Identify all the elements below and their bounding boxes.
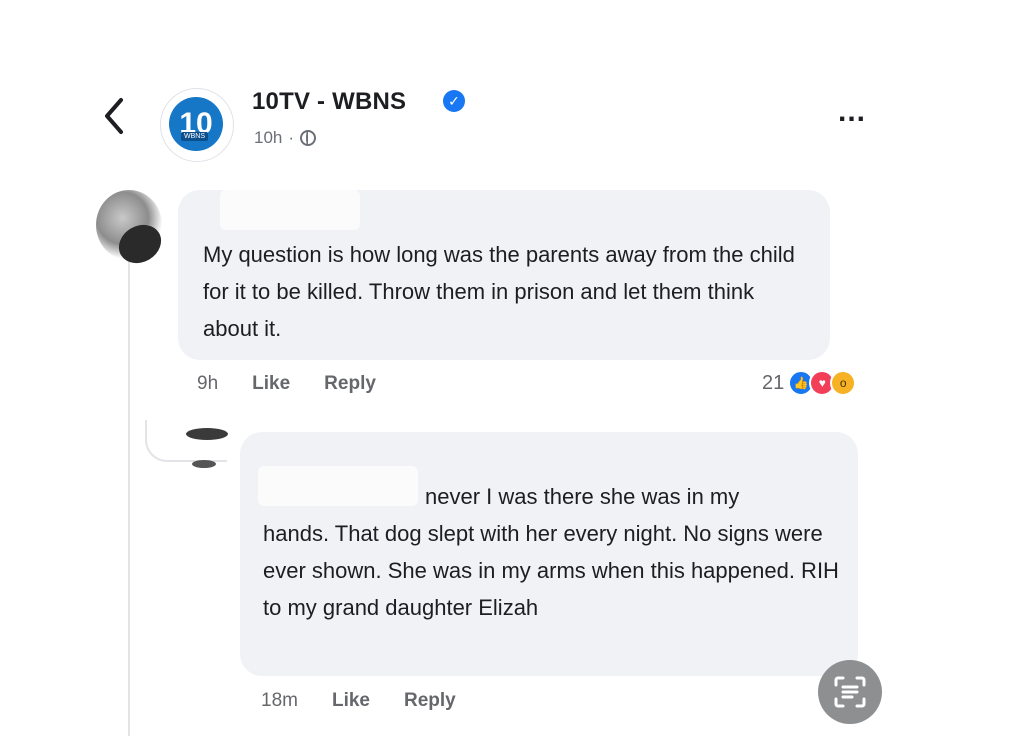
reply-reply-button[interactable]: Reply bbox=[404, 690, 456, 712]
meta-separator: · bbox=[288, 128, 295, 147]
post-meta: 10h · bbox=[254, 128, 317, 148]
reply-branch-line bbox=[145, 420, 227, 462]
reply-commenter-avatar-shade bbox=[192, 460, 216, 468]
reaction-count: 21 bbox=[762, 371, 785, 394]
page-avatar-logo: 10 bbox=[169, 97, 223, 151]
post-time[interactable]: 10h bbox=[254, 128, 282, 148]
comment-actions: 9h Like Reply bbox=[197, 373, 376, 395]
reply-text: hands. That dog slept with her every nig… bbox=[263, 521, 839, 620]
more-options-button[interactable]: ... bbox=[838, 97, 866, 127]
reply-actions: 18m Like Reply bbox=[261, 690, 456, 712]
text-scan-button[interactable] bbox=[818, 660, 882, 724]
comment-time[interactable]: 9h bbox=[197, 373, 218, 395]
reply-like-button[interactable]: Like bbox=[332, 690, 370, 712]
reaction-summary[interactable]: 21 👍 ♥ o bbox=[762, 370, 857, 396]
reply-button[interactable]: Reply bbox=[324, 373, 376, 395]
globe-icon bbox=[300, 130, 317, 146]
redacted-commenter-name bbox=[220, 190, 360, 230]
chevron-left-icon bbox=[105, 98, 123, 134]
back-button[interactable] bbox=[96, 92, 132, 140]
wow-reaction-icon: o bbox=[830, 370, 857, 396]
like-button[interactable]: Like bbox=[252, 373, 290, 395]
reply-time[interactable]: 18m bbox=[261, 690, 298, 712]
comment-text: My question is how long was the parents … bbox=[203, 242, 795, 341]
redacted-reply-name bbox=[258, 466, 418, 506]
page-avatar-sublabel: WBNS bbox=[181, 132, 208, 141]
more-horizontal-icon: ... bbox=[838, 95, 867, 128]
reply-commenter-avatar[interactable] bbox=[186, 428, 228, 440]
scan-text-icon bbox=[834, 676, 866, 708]
thread-line bbox=[128, 206, 130, 736]
verified-badge-icon: ✓ bbox=[443, 90, 465, 112]
page-name[interactable]: 10TV - WBNS bbox=[252, 88, 406, 116]
reply-text-first-line: never I was there she was in my bbox=[425, 484, 740, 509]
